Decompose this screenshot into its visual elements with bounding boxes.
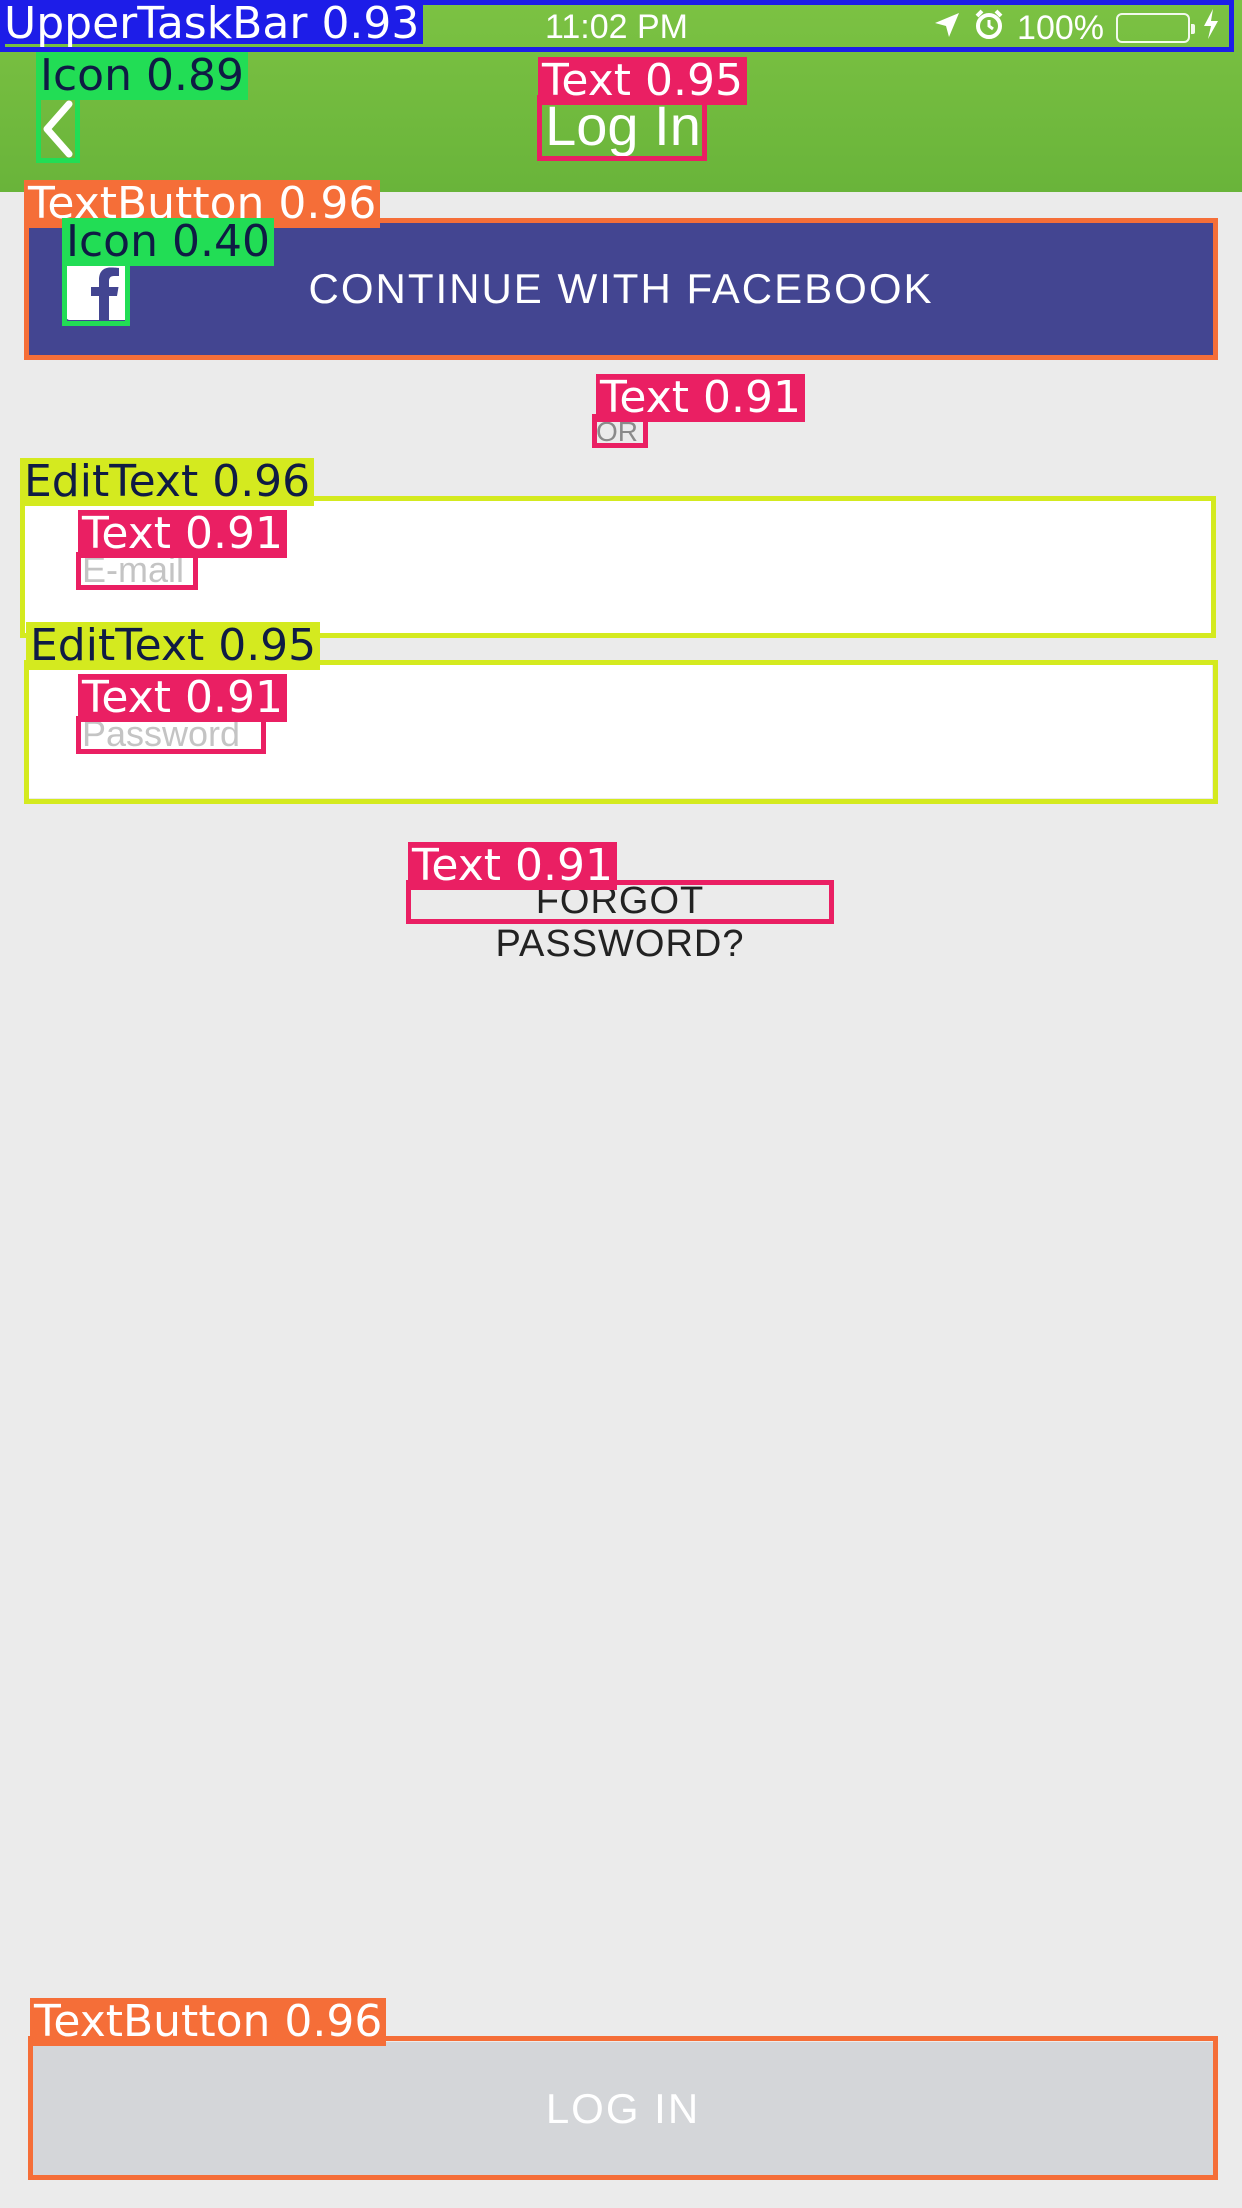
detection-box-back-icon — [36, 95, 80, 163]
detection-label-back-icon: Icon 0.89 — [36, 52, 248, 100]
detection-label-email-placeholder: Text 0.91 — [78, 510, 287, 558]
detection-label-password-field: EditText 0.95 — [26, 622, 321, 670]
detection-label-email-field: EditText 0.96 — [20, 458, 315, 506]
detection-box-facebook-icon — [62, 258, 130, 326]
detection-label-login-button: TextButton 0.96 — [30, 1998, 387, 2046]
detection-label-or-text: Text 0.91 — [596, 374, 805, 422]
login-screen: 11:02 PM 100% Log In CONTINUE WITH FACEB… — [0, 0, 1242, 2208]
detection-label-title: Text 0.95 — [538, 57, 747, 105]
detection-box-login-button — [28, 2036, 1218, 2180]
detection-label-uppertaskbar: UpperTaskBar 0.93 — [0, 0, 424, 48]
detection-label-password-placeholder: Text 0.91 — [78, 674, 287, 722]
detection-label-facebook-icon: Icon 0.40 — [62, 218, 274, 266]
detection-label-forgot-password: Text 0.91 — [408, 842, 617, 890]
